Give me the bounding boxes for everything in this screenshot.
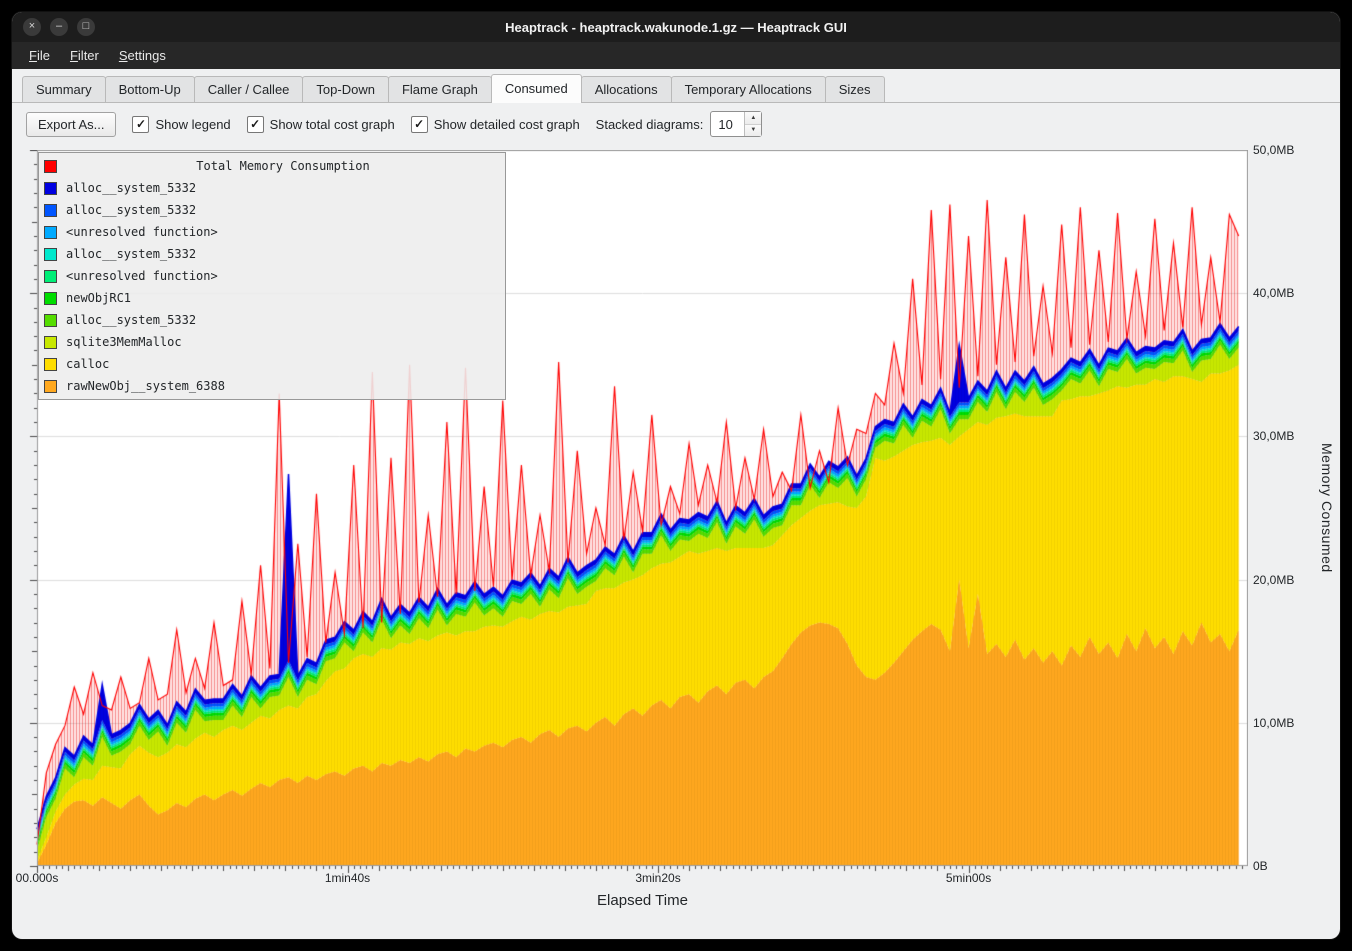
tab-sizes[interactable]: Sizes	[825, 76, 885, 102]
menu-bar: FileFilterSettings	[12, 42, 1340, 69]
x-axis-tick-label: 3min20s	[635, 871, 680, 885]
legend-title: Total Memory Consumption	[66, 159, 500, 173]
legend-swatch	[44, 380, 57, 393]
close-icon: ×	[29, 20, 35, 32]
minimize-icon: –	[56, 20, 62, 32]
y-axis-tick-label: 50,0MB	[1253, 143, 1294, 157]
legend-label: rawNewObj__system_6388	[66, 379, 225, 393]
legend-item: alloc__system_5332	[44, 199, 500, 221]
x-axis-tick-label: 5min00s	[946, 871, 991, 885]
checkbox-show-total-cost-graph[interactable]: ✓ Show total cost graph	[247, 116, 395, 133]
toolbar-checkboxes: ✓ Show legend ✓ Show total cost graph ✓ Show …	[132, 116, 579, 133]
spin-down-button[interactable]: ▼	[745, 125, 761, 137]
tab-bar: SummaryBottom-UpCaller / CalleeTop-DownF…	[12, 69, 1340, 103]
toolbar: Export As... ✓ Show legend ✓ Show total cos…	[12, 103, 1340, 144]
legend-label: calloc	[66, 357, 109, 371]
legend-swatch	[44, 204, 57, 217]
y-axis-tick-label: 10,0MB	[1253, 716, 1294, 730]
heaptrack-window: × – □ Heaptrack - heaptrack.wakunode.1.g…	[12, 12, 1340, 939]
legend-label: <unresolved function>	[66, 225, 218, 239]
legend-item: alloc__system_5332	[44, 243, 500, 265]
export-as-button[interactable]: Export As...	[26, 112, 116, 137]
legend-swatch	[44, 314, 57, 327]
tab-temporary-allocations[interactable]: Temporary Allocations	[671, 76, 826, 102]
maximize-button[interactable]: □	[77, 18, 95, 36]
checkbox-label: Show total cost graph	[270, 117, 395, 132]
spin-up-button[interactable]: ▲	[745, 112, 761, 125]
checkbox-label: Show legend	[155, 117, 230, 132]
legend-label: <unresolved function>	[66, 269, 218, 283]
close-button[interactable]: ×	[23, 18, 41, 36]
legend-item: rawNewObj__system_6388	[44, 375, 500, 397]
checkbox-box-show-detailed-cost-graph[interactable]: ✓	[411, 116, 428, 133]
stacked-diagrams-input[interactable]	[711, 112, 744, 136]
menu-file[interactable]: File	[20, 44, 59, 67]
window-buttons: × – □	[12, 18, 95, 36]
maximize-icon: □	[83, 20, 90, 32]
checkbox-box-show-legend[interactable]: ✓	[132, 116, 149, 133]
checkbox-show-detailed-cost-graph[interactable]: ✓ Show detailed cost graph	[411, 116, 580, 133]
y-axis-tick-label: 0B	[1253, 859, 1268, 873]
legend-item: <unresolved function>	[44, 265, 500, 287]
legend-swatch	[44, 358, 57, 371]
chart-region: Total Memory Consumption alloc__system_53…	[12, 150, 1340, 920]
menu-filter[interactable]: Filter	[61, 44, 108, 67]
y-axis-labels: 0B10,0MB20,0MB30,0MB40,0MB50,0MB	[1248, 150, 1314, 866]
y-axis-tick-label: 30,0MB	[1253, 429, 1294, 443]
y-axis-title: Memory Consumed	[1319, 443, 1335, 573]
title-bar[interactable]: × – □ Heaptrack - heaptrack.wakunode.1.g…	[12, 12, 1340, 42]
chevron-up-icon: ▲	[750, 115, 756, 121]
legend-title-row: Total Memory Consumption	[44, 155, 500, 177]
legend-label: sqlite3MemMalloc	[66, 335, 182, 349]
legend-item: <unresolved function>	[44, 221, 500, 243]
x-axis-tick-label: 00.000s	[16, 871, 59, 885]
x-axis-tick-label: 1min40s	[325, 871, 370, 885]
spin-buttons: ▲ ▼	[744, 112, 761, 136]
legend-swatch	[44, 248, 57, 261]
checkbox-show-legend[interactable]: ✓ Show legend	[132, 116, 230, 133]
y-axis-tick-label: 20,0MB	[1253, 573, 1294, 587]
checkbox-label: Show detailed cost graph	[434, 117, 580, 132]
plot-area: Total Memory Consumption alloc__system_53…	[37, 150, 1248, 866]
legend-total-swatch	[44, 160, 57, 173]
legend-swatch	[44, 226, 57, 239]
legend-item: calloc	[44, 353, 500, 375]
chart-legend: Total Memory Consumption alloc__system_53…	[38, 152, 506, 400]
legend-label: newObjRC1	[66, 291, 131, 305]
legend-item: newObjRC1	[44, 287, 500, 309]
legend-label: alloc__system_5332	[66, 203, 196, 217]
legend-label: alloc__system_5332	[66, 247, 196, 261]
legend-swatch	[44, 182, 57, 195]
stacked-diagrams-label: Stacked diagrams:	[596, 117, 704, 132]
tab-allocations[interactable]: Allocations	[581, 76, 672, 102]
tab-summary[interactable]: Summary	[22, 76, 106, 102]
tab-bottom-up[interactable]: Bottom-Up	[105, 76, 195, 102]
checkbox-box-show-total-cost-graph[interactable]: ✓	[247, 116, 264, 133]
chevron-down-icon: ▼	[750, 127, 756, 133]
minimize-button[interactable]: –	[50, 18, 68, 36]
legend-swatch	[44, 292, 57, 305]
legend-swatch	[44, 270, 57, 283]
legend-item: alloc__system_5332	[44, 309, 500, 331]
tab-consumed[interactable]: Consumed	[491, 74, 582, 103]
legend-label: alloc__system_5332	[66, 313, 196, 327]
legend-swatch	[44, 336, 57, 349]
x-axis-title: Elapsed Time	[37, 886, 1248, 920]
window-title: Heaptrack - heaptrack.wakunode.1.gz — He…	[12, 20, 1340, 35]
tab-flame-graph[interactable]: Flame Graph	[388, 76, 492, 102]
stacked-diagrams-control: Stacked diagrams: ▲ ▼	[596, 111, 763, 137]
legend-item: alloc__system_5332	[44, 177, 500, 199]
tab-top-down[interactable]: Top-Down	[302, 76, 389, 102]
y-axis-tick-label: 40,0MB	[1253, 286, 1294, 300]
y-axis-title-column: Memory Consumed	[1314, 150, 1340, 866]
legend-label: alloc__system_5332	[66, 181, 196, 195]
menu-settings[interactable]: Settings	[110, 44, 175, 67]
tab-caller-callee[interactable]: Caller / Callee	[194, 76, 304, 102]
x-axis-labels: 00.000s1min40s3min20s5min00s	[37, 866, 1248, 886]
legend-item: sqlite3MemMalloc	[44, 331, 500, 353]
stacked-diagrams-spinbox: ▲ ▼	[710, 111, 762, 137]
